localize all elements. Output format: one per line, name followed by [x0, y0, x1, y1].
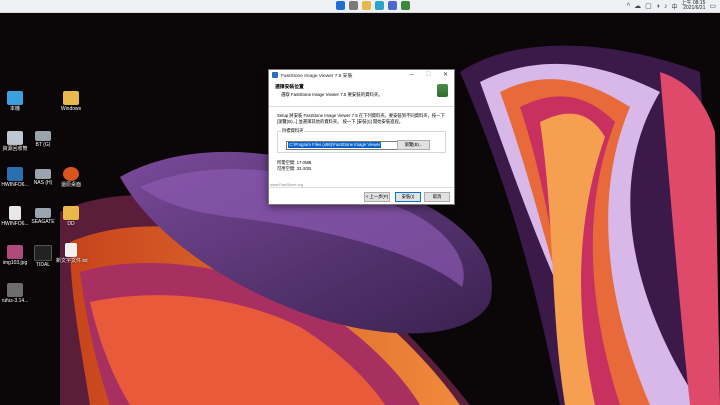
app-icon: [272, 72, 278, 78]
store-icon[interactable]: [388, 1, 397, 10]
desktop-icon-text-file[interactable]: 新文字文件.txt: [56, 243, 88, 264]
desktop-icon-label: img103.jpg: [2, 260, 28, 266]
desktop-icon-label: HWINFO6...: [1, 182, 29, 188]
chevron-up-icon[interactable]: ^: [627, 3, 630, 10]
desktop-icon-label: 新文字文件.txt: [56, 258, 88, 264]
space-available: 可用空間: 33.4GB: [277, 165, 312, 171]
dialog-footer: www.FastStone.org < 上一步(P) 安裝(I) 取消: [269, 183, 454, 204]
dialog-title: FastStone Image Viewer 7.5 安裝: [281, 73, 353, 79]
search-icon[interactable]: [349, 1, 358, 10]
dialog-titlebar[interactable]: FastStone Image Viewer 7.5 安裝 ─ ☐ ✕: [269, 70, 454, 80]
space-info: 所需空間: 17.0MB 可用空間: 33.4GB: [277, 160, 446, 171]
network-icon[interactable]: ▢: [645, 3, 652, 10]
tidal-icon: [34, 245, 52, 261]
onedrive-icon[interactable]: ☁: [634, 3, 641, 10]
desktop-icon-label: 還原桌面: [60, 182, 81, 188]
desktop-icon-label: BT (G): [35, 142, 51, 148]
desktop-icon-label: TIDAL: [35, 262, 51, 268]
desktop-icon-recycle-bin[interactable]: 資源回收筒: [0, 131, 30, 152]
destination-folder-group: 目標資料夾 C:\Program Files (x86)\FastStone I…: [277, 128, 446, 153]
desktop-icon-label: 資源回收筒: [2, 146, 28, 152]
hwinfo-icon: [7, 167, 23, 181]
brand-text: www.FastStone.org: [270, 183, 305, 187]
rufus-icon: [7, 283, 23, 297]
recycle-bin-icon: [7, 131, 23, 145]
dialog-header: 選擇安裝位置 選取 FastStone Image Viewer 7.5 要安裝…: [269, 80, 454, 107]
desktop-icon-tidal[interactable]: TIDAL: [28, 245, 58, 268]
input-language[interactable]: 中: [671, 2, 677, 11]
restore-icon: [63, 167, 79, 181]
desktop-icon-this-pc[interactable]: 本機: [0, 91, 30, 112]
drive-icon: [35, 208, 51, 218]
back-button[interactable]: < 上一步(P): [364, 192, 390, 202]
text-file-icon: [65, 243, 77, 257]
install-button[interactable]: 安裝(I): [395, 192, 421, 202]
desktop-icon-label: SEAGATE: [31, 219, 55, 225]
taskbar: ^ ☁ ▢ ◑ ♪ 中 上午 08:15 2021/6/21 ▭: [0, 0, 720, 13]
display-icon[interactable]: ◑: [656, 3, 660, 10]
browse-button[interactable]: 瀏覽(B)...: [397, 140, 430, 150]
system-tray: ^ ☁ ▢ ◑ ♪ 中 上午 08:15 2021/6/21 ▭: [627, 0, 716, 12]
notification-icon[interactable]: ▭: [709, 3, 716, 10]
taskbar-apps: [336, 1, 410, 10]
clock-date: 2021/6/21: [683, 5, 706, 11]
desktop-icon-restore[interactable]: 還原桌面: [56, 167, 86, 188]
desktop-icon-nas-drive[interactable]: NAS (H): [28, 169, 58, 186]
drive-icon: [35, 169, 51, 179]
desktop-icon-seagate[interactable]: SEAGATE: [28, 208, 58, 225]
maximize-button[interactable]: ☐: [420, 70, 437, 80]
desktop-icon-label: rufus-3.14...: [1, 298, 29, 304]
document-icon: [9, 206, 21, 220]
desktop-icon-label: HWINFO6...: [1, 221, 29, 227]
installer-icon[interactable]: [401, 1, 410, 10]
desktop-icon-windows[interactable]: Windows: [56, 91, 86, 112]
dialog-body: Setup 將安裝 FastStone Image Viewer 7.5 在下列…: [269, 107, 454, 171]
desktop-icon-hwinfo-2[interactable]: HWINFO6...: [0, 206, 30, 227]
header-title: 選擇安裝位置: [275, 85, 304, 90]
desktop-icon-label: 本機: [9, 106, 20, 112]
install-description: Setup 將安裝 FastStone Image Viewer 7.5 在下列…: [277, 113, 445, 124]
desktop-icon-hwinfo[interactable]: HWINFO6...: [0, 167, 30, 188]
image-file-icon: [7, 245, 23, 259]
desktop-icon-label: DD: [67, 221, 75, 227]
edge-icon[interactable]: [375, 1, 384, 10]
destination-path-value: C:\Program Files (x86)\FastStone Image V…: [288, 142, 382, 148]
close-button[interactable]: ✕: [437, 70, 454, 80]
desktop-icon-bt-drive[interactable]: BT (G): [28, 131, 58, 148]
desktop-icon-rufus[interactable]: rufus-3.14...: [0, 283, 30, 304]
this-pc-icon: [7, 91, 23, 105]
file-explorer-icon[interactable]: [362, 1, 371, 10]
minimize-button[interactable]: ─: [403, 70, 420, 80]
desktop-icon-dd-folder[interactable]: DD: [56, 206, 86, 227]
folder-icon: [63, 206, 79, 220]
header-subtitle: 選取 FastStone Image Viewer 7.5 要安裝的資料夾。: [281, 92, 383, 97]
desktop-icon-label: Windows: [60, 106, 82, 112]
clock[interactable]: 上午 08:15 2021/6/21: [681, 0, 706, 12]
desktop-icon-img[interactable]: img103.jpg: [0, 245, 30, 266]
installer-dialog: FastStone Image Viewer 7.5 安裝 ─ ☐ ✕ 選擇安裝…: [268, 69, 455, 205]
installer-logo-icon: [437, 84, 448, 97]
destination-folder-label: 目標資料夾: [281, 128, 305, 134]
destination-path-input[interactable]: C:\Program Files (x86)\FastStone Image V…: [286, 141, 408, 150]
cancel-button[interactable]: 取消: [424, 192, 450, 202]
start-icon[interactable]: [336, 1, 345, 10]
folder-icon: [63, 91, 79, 105]
desktop-icon-label: NAS (H): [33, 180, 53, 186]
volume-icon[interactable]: ♪: [664, 3, 668, 10]
drive-icon: [35, 131, 51, 141]
